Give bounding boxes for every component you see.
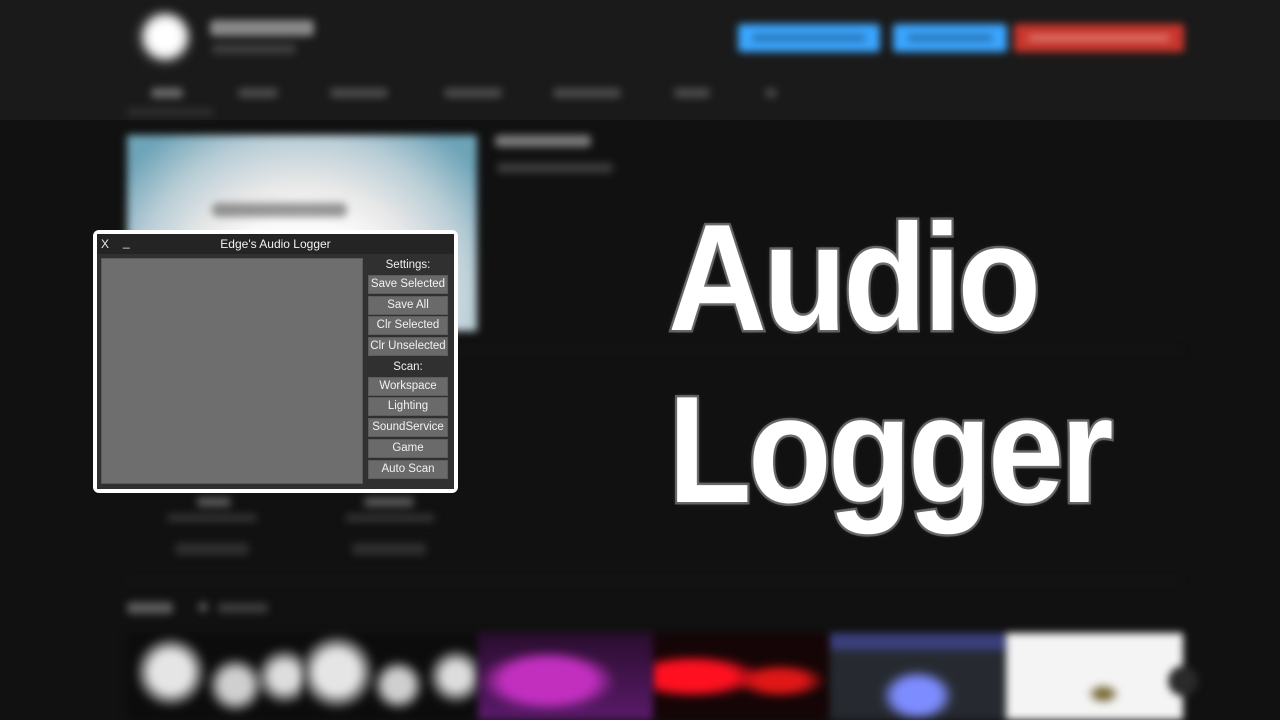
channel-header <box>0 0 1280 120</box>
channel-card-title-blurred <box>197 497 231 507</box>
header-button-blue-1[interactable] <box>738 24 880 52</box>
scan-workspace-button[interactable]: Workspace <box>368 376 448 396</box>
overlay-title-line-2: Logger <box>666 363 1116 538</box>
video-thumbnail[interactable] <box>1006 633 1183 720</box>
audio-logger-window: X _ Edge's Audio Logger Settings: Save S… <box>93 230 458 493</box>
channel-name-blurred <box>210 20 314 36</box>
save-all-button[interactable]: Save All <box>368 295 448 315</box>
scan-soundservice-button[interactable]: SoundService <box>368 418 448 438</box>
audio-logger-titlebar[interactable]: X _ Edge's Audio Logger <box>97 234 454 254</box>
channel-tab-6[interactable] <box>674 88 710 98</box>
clear-selected-button[interactable]: Clr Selected <box>368 316 448 336</box>
channel-card-title-blurred <box>364 497 414 507</box>
featured-video-meta-blurred <box>497 163 613 173</box>
audio-list[interactable] <box>101 258 363 484</box>
play-all-link-blurred[interactable] <box>218 603 268 613</box>
channel-tab-5[interactable] <box>553 88 621 98</box>
audio-logger-body: X _ Edge's Audio Logger Settings: Save S… <box>97 234 454 489</box>
video-thumbnail[interactable] <box>654 633 829 720</box>
video-thumbnail[interactable] <box>478 633 653 720</box>
channel-card-sub-blurred <box>345 514 435 522</box>
video-thumbnail[interactable] <box>127 633 302 720</box>
scan-lighting-button[interactable]: Lighting <box>368 397 448 417</box>
overlay-title-line-1: Audio <box>666 191 1044 366</box>
channel-tab-4[interactable] <box>444 88 502 98</box>
carousel-next-arrow-icon[interactable] <box>1168 666 1198 696</box>
channel-card-button[interactable] <box>352 543 426 555</box>
channel-avatar <box>130 8 194 72</box>
audio-logger-sidebar: Settings: Save Selected Save All Clr Sel… <box>367 256 449 480</box>
auto-scan-button[interactable]: Auto Scan <box>368 459 448 479</box>
scan-game-button[interactable]: Game <box>368 438 448 458</box>
header-button-blue-2[interactable] <box>893 24 1007 52</box>
channel-subscriber-count-blurred <box>212 44 296 54</box>
subscribe-button[interactable] <box>1014 24 1184 52</box>
scan-label: Scan: <box>393 360 423 373</box>
uploads-section-label-blurred <box>127 602 173 614</box>
featured-video-title-blurred[interactable] <box>495 135 591 147</box>
video-thumbnail[interactable] <box>830 633 1005 720</box>
channel-card-button[interactable] <box>175 543 249 555</box>
window-title: Edge's Audio Logger <box>220 237 331 251</box>
channel-tab-home[interactable] <box>151 88 183 98</box>
channel-search-icon[interactable] <box>765 88 777 98</box>
overlay-title: Audio Logger <box>666 191 1116 538</box>
channel-tab-3[interactable] <box>330 88 388 98</box>
active-tab-underline <box>127 108 213 116</box>
section-divider <box>127 580 1183 581</box>
clear-unselected-button[interactable]: Clr Unselected <box>368 337 448 357</box>
video-thumbnail[interactable] <box>302 633 477 720</box>
channel-tab-2[interactable] <box>238 88 278 98</box>
play-all-icon[interactable] <box>198 602 208 612</box>
save-selected-button[interactable]: Save Selected <box>368 275 448 294</box>
channel-card-sub-blurred <box>167 514 257 522</box>
settings-label: Settings: <box>385 259 431 271</box>
